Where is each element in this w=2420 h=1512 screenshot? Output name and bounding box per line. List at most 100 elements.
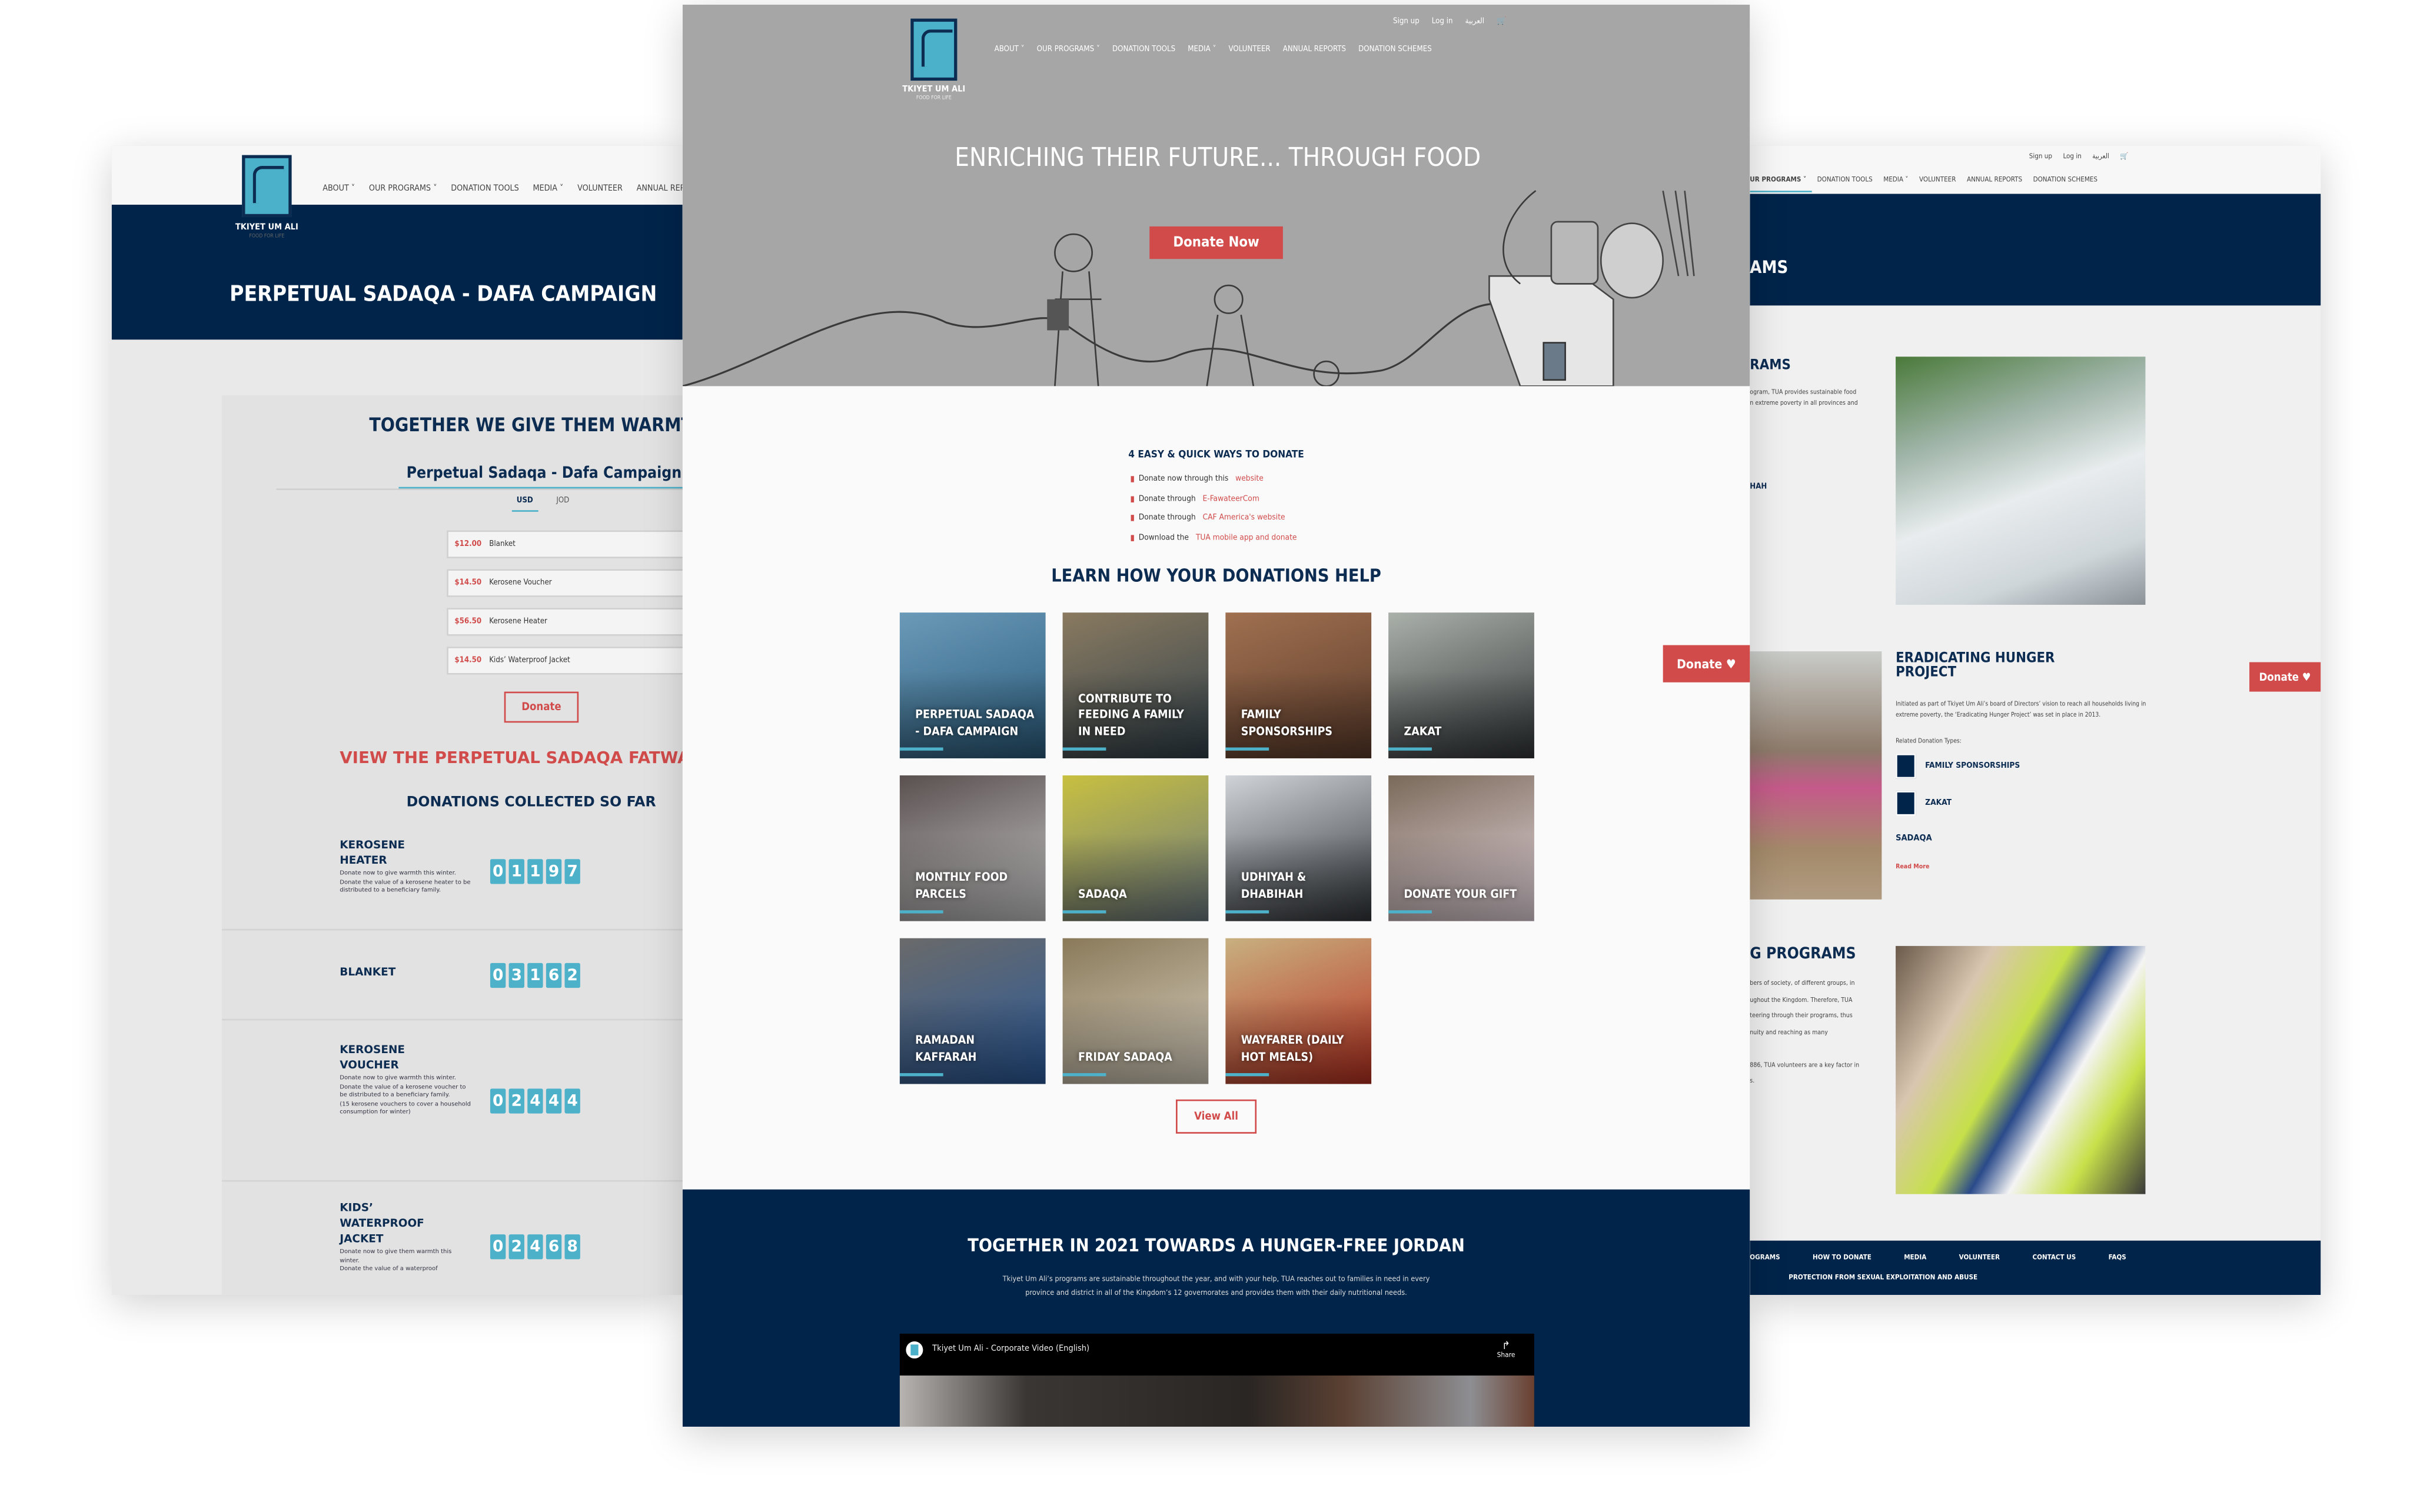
donation-counter: 02468 — [490, 1234, 580, 1260]
video-thumbnail — [899, 1376, 1534, 1427]
section-text: 886, TUA volunteers are a key factor in — [1750, 1060, 1860, 1068]
program-tile-label: UDHIYAH & DHABIHAH — [1241, 870, 1307, 901]
nav-item[interactable]: العربية — [2092, 154, 2109, 161]
nav-item[interactable]: Sign up — [2029, 154, 2052, 161]
nav-item[interactable]: العربية — [1465, 17, 1484, 26]
section-title: RAMS — [1750, 358, 1791, 374]
ways-item: Donate now through this website — [1131, 475, 1297, 484]
logo[interactable] — [242, 155, 292, 218]
program-tile[interactable]: SADAQA — [1062, 775, 1209, 921]
logo[interactable] — [910, 18, 958, 81]
program-tile[interactable]: MONTHLY FOOD PARCELS — [899, 775, 1046, 921]
counter-digit: 9 — [546, 859, 562, 884]
left-page-panel: TKIYET UM ALI FOOD FOR LIFE ABOUT ˅ OUR PR… — [111, 145, 683, 1295]
program-tile[interactable]: FAMILY SPONSORSHIPS — [1225, 612, 1372, 758]
nav-item[interactable]: ANNUAL REPORTS — [637, 185, 683, 194]
counter-digit: 0 — [490, 1088, 506, 1114]
ways-link[interactable]: CAF America's website — [1203, 513, 1285, 522]
nav-item[interactable]: VOLUNTEER — [1229, 45, 1271, 54]
nav-item[interactable]: UR PROGRAMS ˅ — [1750, 176, 1806, 184]
currency-tab-jod[interactable]: JOD — [556, 496, 569, 511]
ways-link[interactable]: E-FawateerCom — [1203, 494, 1259, 504]
nav-item[interactable]: ABOUT ˅ — [995, 45, 1025, 54]
donation-item-row[interactable]: $56.50Kerosene Heater- — [447, 608, 683, 636]
read-more-link[interactable]: Read More — [1896, 862, 1929, 870]
cart-icon[interactable]: 🛒 — [1497, 17, 1506, 26]
nav-item[interactable]: FAQS — [2109, 1254, 2126, 1262]
nav-item[interactable]: Sign up — [1393, 17, 1420, 26]
related-donation-type[interactable]: ZAKAT — [1896, 791, 1952, 816]
floating-donate-button[interactable]: Donate ♥ — [1663, 645, 1750, 682]
nav-item[interactable]: HOW TO DONATE — [1813, 1254, 1871, 1262]
tile-accent-bar — [1388, 747, 1432, 751]
nav-item[interactable]: DONATION SCHEMES — [2033, 176, 2097, 184]
nav-item[interactable]: MEDIA ˅ — [1188, 45, 1216, 54]
divider — [221, 1180, 683, 1182]
program-tile[interactable]: DONATE YOUR GIFT — [1388, 775, 1534, 921]
nav-item[interactable]: ANNUAL REPORTS — [1967, 176, 2022, 184]
donate-button[interactable]: Donate — [504, 691, 579, 723]
nav-item[interactable]: MEDIA ˅ — [533, 185, 563, 194]
nav-item[interactable]: OUR PROGRAMS ˅ — [1037, 45, 1100, 54]
nav-item[interactable]: VOLUNTEER — [1959, 1254, 2000, 1262]
donation-item-row[interactable]: $12.00Blanket- — [447, 530, 683, 558]
fatwa-link[interactable]: VIEW THE PERPETUAL SADAQA FATWA — [340, 749, 683, 768]
ways-link[interactable]: website — [1235, 475, 1264, 484]
video-title[interactable]: Tkiyet Um Ali - Corporate Video (English… — [932, 1344, 1089, 1354]
donate-now-button[interactable]: Donate Now — [1149, 226, 1283, 259]
currency-tab-usd[interactable]: USD — [511, 496, 538, 512]
donation-item-row[interactable]: $14.50Kerosene Voucher- — [447, 569, 683, 597]
nav-item[interactable]: DONATION TOOLS — [1817, 176, 1873, 184]
nav-item[interactable]: VOLUNTEER — [1919, 176, 1956, 184]
brand-name: TKIYET UM ALI — [235, 223, 298, 233]
nav-item[interactable]: Log in — [2063, 154, 2081, 161]
section-heading: TOGETHER WE GIVE THEM WARMTH — [369, 414, 683, 436]
section-text: bers of society, of different groups, in — [1750, 978, 1855, 987]
donation-item-row[interactable]: $14.50Kids’ Waterproof Jacket- — [447, 647, 683, 675]
counter-digit: 0 — [490, 963, 506, 988]
program-tile[interactable]: WAYFARER (DAILY HOT MEALS) — [1225, 938, 1372, 1084]
nav-item[interactable]: ANNUAL REPORTS — [1283, 45, 1346, 54]
page-banner — [1750, 194, 2321, 306]
program-tile[interactable]: PERPETUAL SADAQA - DAFA CAMPAIGN — [899, 612, 1046, 758]
logo-text: TKIYET UM ALI FOOD FOR LIFE — [893, 85, 974, 101]
program-tile-label: FRIDAY SADAQA — [1078, 1049, 1172, 1063]
video-player[interactable]: Tkiyet Um Ali - Corporate Video (English… — [899, 1333, 1534, 1427]
program-tile[interactable]: FRIDAY SADAQA — [1062, 938, 1209, 1084]
ways-heading: 4 EASY & QUICK WAYS TO DONATE — [1128, 448, 1304, 461]
view-all-button[interactable]: View All — [1176, 1099, 1257, 1134]
item-price: $56.50 — [454, 617, 482, 627]
program-tile[interactable]: UDHIYAH & DHABIHAH — [1225, 775, 1372, 921]
divider — [221, 1018, 683, 1021]
nav-item[interactable]: ABOUT ˅ — [323, 185, 355, 194]
nav-item[interactable]: DONATION TOOLS — [1112, 45, 1175, 54]
counter-description: Donate now to give them warmth this wint… — [340, 1247, 452, 1264]
counter-digit: 1 — [508, 859, 524, 884]
cart-icon[interactable]: 🛒 — [2120, 154, 2128, 161]
program-tile-label: WAYFARER (DAILY HOT MEALS) — [1241, 1033, 1344, 1063]
program-tile[interactable]: ZAKAT — [1388, 612, 1534, 758]
related-sadaqa[interactable]: SADAQA — [1896, 834, 1932, 844]
ways-link[interactable]: TUA mobile app and donate — [1196, 532, 1297, 542]
nav-item[interactable]: Log in — [1432, 17, 1453, 26]
ways-item: Donate through E-FawateerCom — [1131, 494, 1297, 504]
share-button[interactable]: ↱ Share — [1497, 1340, 1515, 1360]
nav-item[interactable]: MEDIA — [1904, 1254, 1926, 1262]
nav-item[interactable]: DONATION TOOLS — [451, 185, 519, 194]
footer-link-protection[interactable]: PROTECTION FROM SEXUAL EXPLOITATION AND … — [1789, 1275, 1977, 1283]
tile-accent-bar — [1225, 747, 1269, 751]
nav-item[interactable]: OGRAMS — [1750, 1254, 1780, 1262]
nav-item[interactable]: VOLUNTEER — [577, 185, 623, 194]
nav-item[interactable]: CONTACT US — [2032, 1254, 2076, 1262]
related-type-label: FAMILY SPONSORSHIPS — [1925, 761, 2020, 771]
volunteers-photo — [1896, 945, 2146, 1194]
program-tile[interactable]: RAMADAN KAFFARAH — [899, 938, 1046, 1084]
page-title: AMS — [1750, 257, 1789, 278]
page-banner — [111, 204, 683, 340]
nav-item[interactable]: OUR PROGRAMS ˅ — [369, 185, 437, 194]
nav-item[interactable]: MEDIA ˅ — [1883, 176, 1908, 184]
nav-item[interactable]: DONATION SCHEMES — [1358, 45, 1432, 54]
donate-tab[interactable]: Donate ♥ — [2249, 662, 2321, 692]
program-tile[interactable]: CONTRIBUTE TO FEEDING A FAMILY IN NEED — [1062, 612, 1209, 758]
related-donation-type[interactable]: FAMILY SPONSORSHIPS — [1896, 754, 2020, 779]
